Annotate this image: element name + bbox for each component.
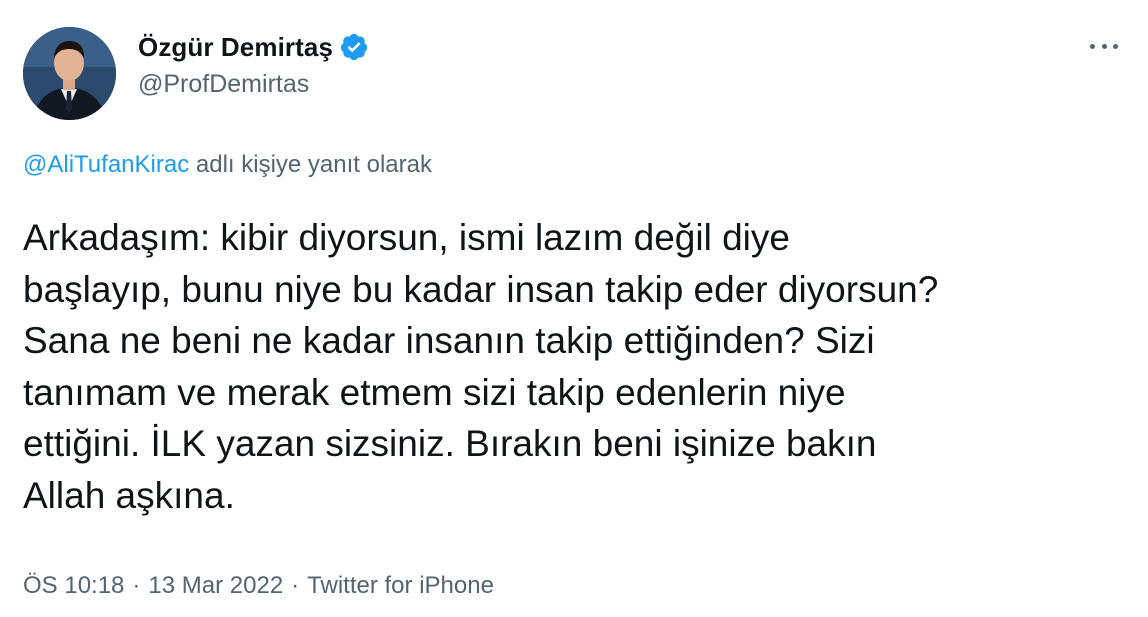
meta-separator: · [132,572,141,599]
verified-badge-icon [339,32,369,62]
more-options-icon[interactable] [1084,34,1124,58]
avatar[interactable] [23,27,116,120]
tweet-metadata: ÖS 10:18 · 13 Mar 2022 · Twitter for iPh… [23,572,494,600]
tweet-text-line: Sana ne beni ne kadar insanın takip etti… [23,320,875,361]
tweet-text-line: ettiğini. İLK yazan sizsiniz. Bırakın be… [23,423,877,464]
meta-separator: · [291,572,300,599]
reply-context: @AliTufanKirac adlı kişiye yanıt olarak [23,151,432,179]
display-name-row: Özgür Demirtaş [138,30,369,64]
author-display-name[interactable]: Özgür Demirtaş [138,32,333,63]
tweet-date-link[interactable]: 13 Mar 2022 [148,572,283,600]
tweet-text-line: Arkadaşım: kibir diyorsun, ismi lazım de… [23,217,790,258]
tweet-time-link[interactable]: ÖS 10:18 [23,572,124,600]
tweet-text-line: Allah aşkına. [23,474,235,516]
replying-to-handle-link[interactable]: @AliTufanKirac [23,151,189,178]
more-dot-icon [1101,43,1107,49]
tweet-card: Özgür Demirtaş @ProfDemirtas @AliTufanKi… [0,0,1148,617]
tweet-text-line: başlayıp, bunu niye bu kadar insan takip… [23,268,939,310]
avatar-image [23,27,116,120]
author-block: Özgür Demirtaş @ProfDemirtas [138,30,369,99]
more-dot-icon [1113,43,1118,49]
reply-context-suffix: adlı kişiye yanıt olarak [189,151,432,178]
tweet-text-line: tanımam ve merak etmem sizi takip edenle… [23,371,846,413]
tweet-text: Arkadaşım: kibir diyorsun, ismi lazım de… [23,212,1133,521]
tweet-source-link[interactable]: Twitter for iPhone [307,572,494,600]
more-dot-icon [1090,43,1095,49]
author-handle[interactable]: @ProfDemirtas [138,70,369,99]
